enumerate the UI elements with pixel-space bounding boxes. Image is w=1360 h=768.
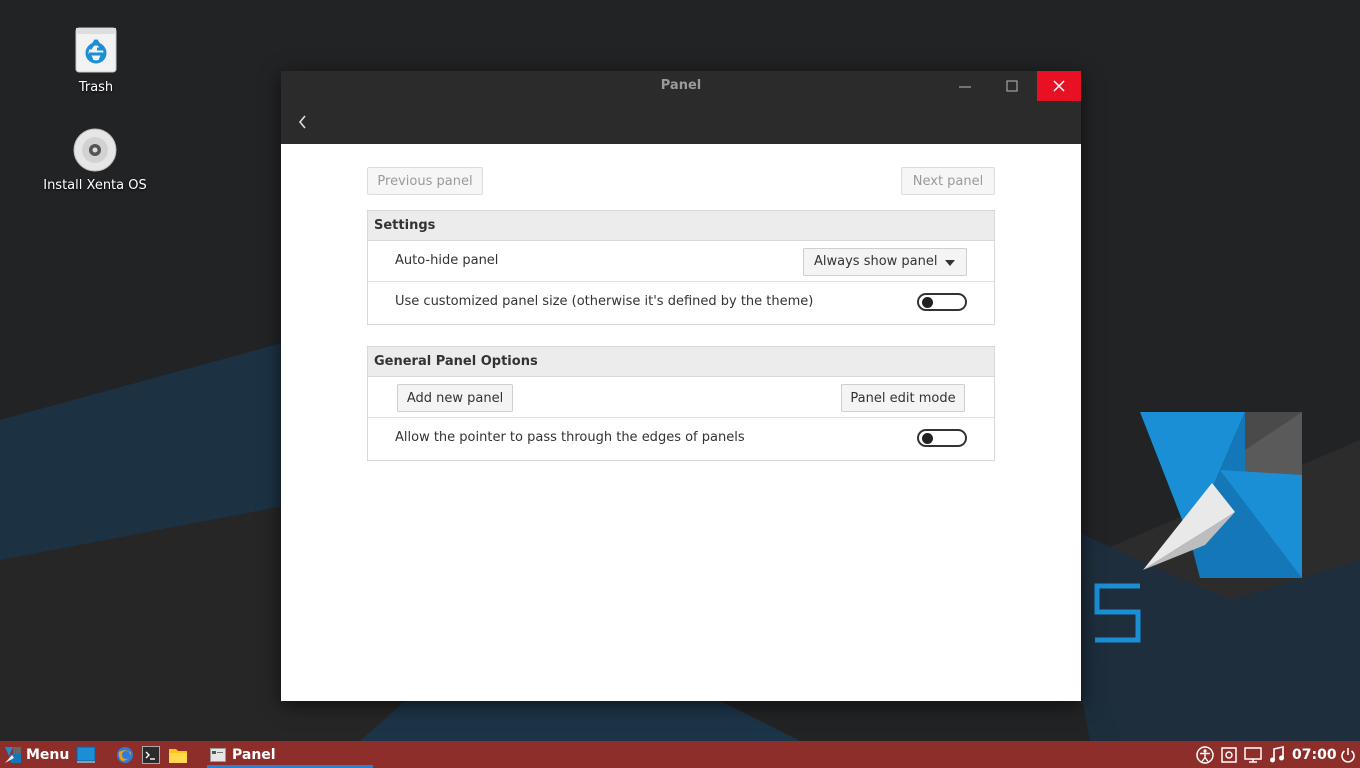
power-button[interactable] bbox=[1340, 741, 1356, 768]
header-bar bbox=[281, 101, 1081, 144]
panel-edit-mode-button[interactable]: Panel edit mode bbox=[841, 384, 965, 412]
terminal-icon bbox=[142, 745, 160, 764]
task-panel[interactable]: Panel bbox=[210, 741, 276, 768]
row-label: Allow the pointer to pass through the ed… bbox=[395, 430, 745, 445]
terminal-launcher[interactable] bbox=[142, 741, 160, 768]
panel-settings-window: Panel Previous panel Next panel Settings… bbox=[281, 71, 1081, 701]
trash-icon bbox=[75, 27, 117, 73]
add-new-panel-button[interactable]: Add new panel bbox=[397, 384, 513, 412]
settings-row-autohide: Auto-hide panel Always show panel bbox=[368, 241, 994, 282]
maximize-icon bbox=[1006, 80, 1018, 92]
combo-value: Always show panel bbox=[814, 254, 938, 269]
disc-icon bbox=[73, 128, 117, 172]
tray-network[interactable] bbox=[1244, 741, 1262, 768]
files-icon bbox=[169, 748, 187, 763]
back-button[interactable] bbox=[291, 111, 313, 133]
section-title: Settings bbox=[368, 211, 994, 241]
next-panel-button[interactable]: Next panel bbox=[901, 167, 995, 195]
minimize-button[interactable] bbox=[943, 71, 987, 101]
custom-size-toggle[interactable] bbox=[917, 293, 967, 311]
xenta-logo-icon bbox=[5, 746, 21, 763]
close-icon bbox=[1053, 80, 1065, 92]
tray-sound[interactable] bbox=[1269, 741, 1285, 768]
menu-button[interactable]: Menu bbox=[4, 741, 69, 768]
maximize-button[interactable] bbox=[990, 71, 1034, 101]
close-button[interactable] bbox=[1037, 71, 1081, 101]
desktop-icon-label: Install Xenta OS bbox=[43, 178, 147, 193]
taskbar: Menu Panel 07:00 bbox=[0, 741, 1360, 768]
desktop-icon bbox=[76, 746, 96, 763]
desktop-icon-install[interactable]: Install Xenta OS bbox=[40, 128, 150, 193]
browser-launcher[interactable] bbox=[116, 741, 134, 768]
power-icon bbox=[1341, 747, 1355, 763]
minimize-icon bbox=[959, 86, 971, 88]
general-row-pointer: Allow the pointer to pass through the ed… bbox=[368, 418, 994, 459]
show-desktop-launcher[interactable] bbox=[76, 741, 96, 768]
toggle-knob bbox=[922, 297, 933, 308]
task-label: Panel bbox=[232, 746, 276, 763]
files-launcher[interactable] bbox=[168, 741, 188, 768]
settings-row-custom-size: Use customized panel size (otherwise it'… bbox=[368, 282, 994, 323]
accessibility-icon bbox=[1196, 745, 1214, 764]
row-label: Auto-hide panel bbox=[395, 253, 499, 268]
desktop-icon-trash[interactable]: Trash bbox=[41, 26, 151, 95]
settings-content: Previous panel Next panel Settings Auto-… bbox=[281, 144, 1081, 701]
settings-section: Settings Auto-hide panel Always show pan… bbox=[367, 210, 995, 325]
window-titlebar[interactable]: Panel bbox=[281, 71, 1081, 101]
clock-label: 07:00 bbox=[1292, 746, 1337, 763]
autohide-combo[interactable]: Always show panel bbox=[803, 248, 967, 276]
previous-panel-button[interactable]: Previous panel bbox=[367, 167, 483, 195]
clock[interactable]: 07:00 bbox=[1292, 741, 1337, 768]
network-icon bbox=[1244, 746, 1262, 763]
toggle-knob bbox=[922, 433, 933, 444]
general-row-buttons: Add new panel Panel edit mode bbox=[368, 377, 994, 418]
menu-label: Menu bbox=[26, 746, 70, 763]
section-title: General Panel Options bbox=[368, 347, 994, 377]
panel-settings-icon bbox=[210, 747, 226, 762]
chevron-down-icon bbox=[945, 260, 955, 266]
pointer-pass-toggle[interactable] bbox=[917, 429, 967, 447]
music-icon bbox=[1270, 745, 1284, 762]
general-options-section: General Panel Options Add new panel Pane… bbox=[367, 346, 995, 461]
desktop-icon-label: Trash bbox=[78, 80, 114, 95]
chevron-left-icon bbox=[298, 115, 306, 129]
tray-accessibility[interactable] bbox=[1196, 741, 1214, 768]
browser-icon bbox=[117, 746, 133, 763]
row-label: Use customized panel size (otherwise it'… bbox=[395, 294, 814, 309]
tray-system-monitor[interactable] bbox=[1221, 741, 1237, 768]
system-monitor-icon bbox=[1221, 746, 1237, 763]
